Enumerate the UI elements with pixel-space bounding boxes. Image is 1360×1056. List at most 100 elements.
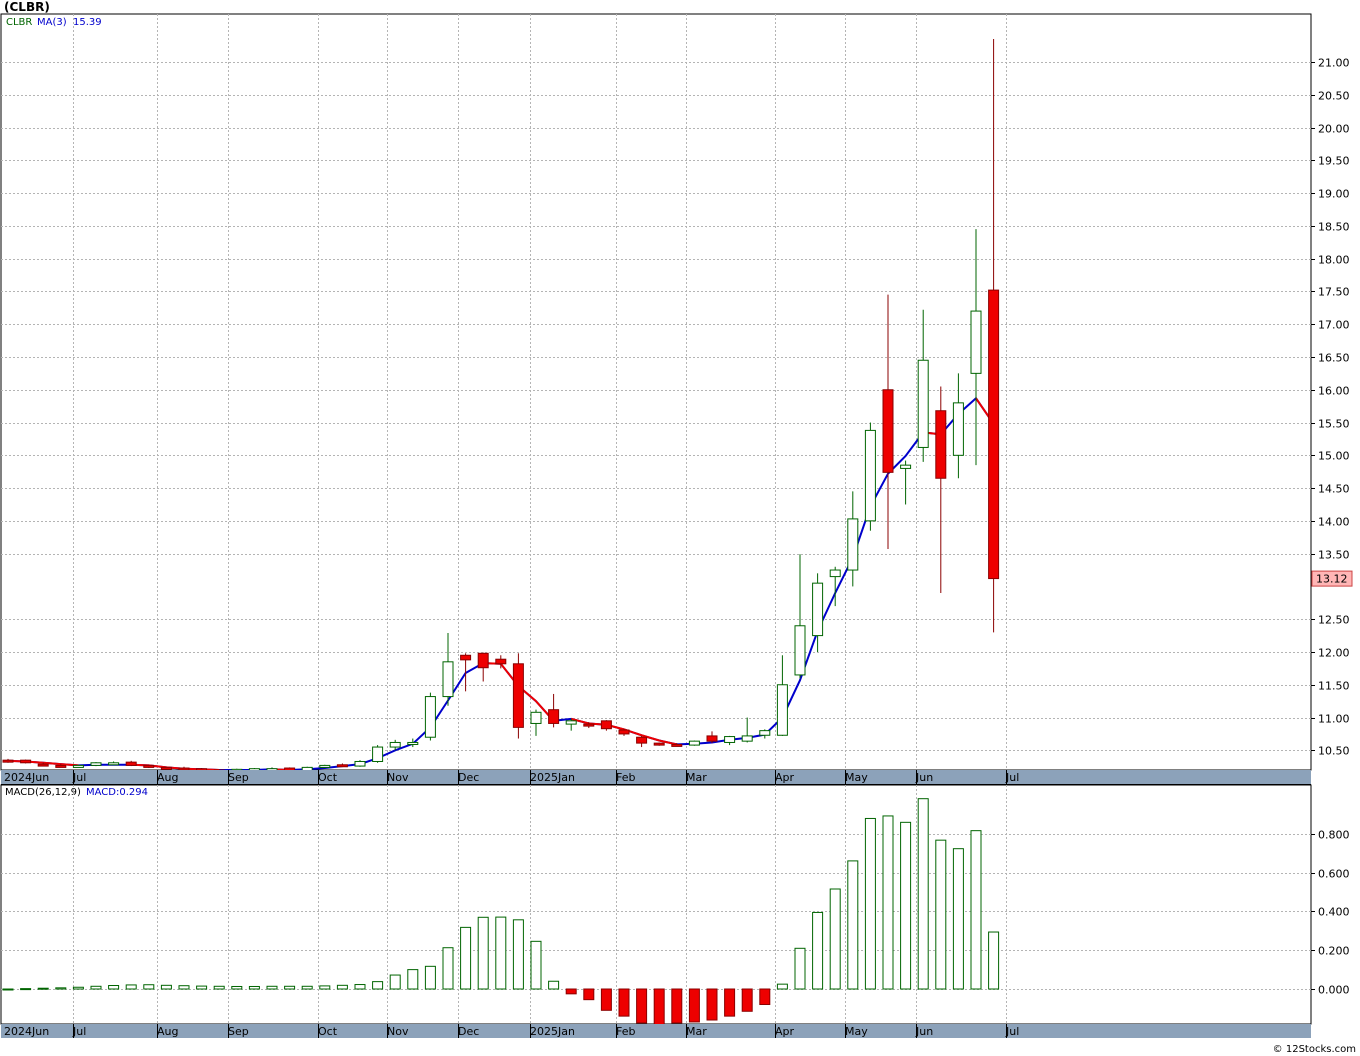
macd-bar xyxy=(671,988,683,1024)
month-label: Aug xyxy=(157,771,178,784)
macd-bar xyxy=(354,984,366,990)
month-label: Jul xyxy=(1005,1025,1019,1038)
macd-bar xyxy=(741,988,753,1012)
candle xyxy=(653,742,665,746)
macd-bar xyxy=(284,985,296,990)
candle-body xyxy=(583,723,595,727)
macd-bar xyxy=(688,988,700,1023)
candle-body xyxy=(90,762,102,766)
price-tick-label: 16.00 xyxy=(1318,385,1350,398)
macd-bar xyxy=(935,839,947,990)
footer-credit: © 12Stocks.com xyxy=(1273,1044,1356,1055)
month-label: Mar xyxy=(686,1025,707,1038)
month-label: Dec xyxy=(458,1025,479,1038)
month-label: Jun xyxy=(915,771,933,784)
macd-bar xyxy=(389,974,401,990)
macd-bar xyxy=(864,817,876,990)
candle-body xyxy=(847,518,859,571)
month-label: Oct xyxy=(318,771,338,784)
macd-bar xyxy=(724,988,736,1017)
macd-bar xyxy=(213,985,225,990)
macd-bar xyxy=(988,931,1000,990)
macd-bar xyxy=(548,980,560,990)
macd-bar xyxy=(917,798,929,990)
macd-bar xyxy=(477,916,489,990)
macd-bar xyxy=(759,988,771,1006)
candle-body xyxy=(389,741,401,748)
candle-body xyxy=(125,761,137,766)
candle xyxy=(20,759,32,764)
candle-body xyxy=(178,767,190,771)
price-tick-label: 10.50 xyxy=(1318,745,1350,758)
candle-body xyxy=(653,742,665,746)
last-price-label: 13.12 xyxy=(1316,573,1348,586)
price-tick-label: 20.50 xyxy=(1318,90,1350,103)
candle-body xyxy=(407,741,419,745)
month-label: May xyxy=(845,1025,868,1038)
candle-body xyxy=(618,729,630,735)
month-label: Nov xyxy=(387,1025,409,1038)
price-tick-label: 15.50 xyxy=(1318,418,1350,431)
month-label: Dec xyxy=(458,771,479,784)
macd-bar xyxy=(636,988,648,1024)
candle-body xyxy=(160,766,172,770)
macd-bar xyxy=(37,987,49,990)
candle xyxy=(90,762,102,767)
macd-bar xyxy=(372,981,384,990)
month-label: Apr xyxy=(775,1025,795,1038)
macd-tick-label: 0.600 xyxy=(1318,868,1350,881)
macd-bar xyxy=(952,848,964,990)
candle-body xyxy=(741,735,753,742)
candle-body xyxy=(671,743,683,747)
price-tick-label: 21.00 xyxy=(1318,57,1350,70)
price-tick-label: 12.50 xyxy=(1318,614,1350,627)
price-tick-label: 19.50 xyxy=(1318,155,1350,168)
candle-body xyxy=(108,762,120,766)
macd-bar xyxy=(266,985,278,990)
month-label: Apr xyxy=(775,771,795,784)
candle xyxy=(600,720,612,731)
month-label: 2024Jun xyxy=(4,771,49,784)
price-tick-label: 20.00 xyxy=(1318,123,1350,136)
candle xyxy=(143,764,155,769)
candle-body xyxy=(600,720,612,730)
candle-body xyxy=(37,763,49,767)
candle-body xyxy=(935,410,947,479)
candle-body xyxy=(143,764,155,768)
candle-body xyxy=(952,402,964,456)
macd-bar xyxy=(319,985,331,990)
candle-body xyxy=(372,746,384,762)
macd-bar xyxy=(2,988,14,991)
candle-body xyxy=(988,289,1000,580)
candle xyxy=(72,764,84,768)
candle-body xyxy=(319,764,331,768)
macd-tick-label: 0.400 xyxy=(1318,906,1350,919)
month-band-bottom xyxy=(1,1024,1311,1038)
candle-body xyxy=(776,684,788,736)
macd-bar xyxy=(970,830,982,990)
month-label: Jul xyxy=(1005,771,1019,784)
macd-bar xyxy=(90,985,102,990)
candle-body xyxy=(424,696,436,738)
macd-bar xyxy=(460,926,472,990)
macd-bar xyxy=(618,988,630,1017)
price-tick-label: 16.50 xyxy=(1318,352,1350,365)
candle-body xyxy=(336,764,348,768)
candle-body xyxy=(495,658,507,665)
price-tick-label: 11.00 xyxy=(1318,713,1350,726)
month-label: Aug xyxy=(157,1025,178,1038)
month-label: Jul xyxy=(72,1025,86,1038)
candle-body xyxy=(442,661,454,698)
candle-body xyxy=(864,429,876,522)
macd-bar xyxy=(336,984,348,990)
candle-body xyxy=(477,652,489,669)
price-tick-label: 17.00 xyxy=(1318,319,1350,332)
candle-body xyxy=(706,735,718,742)
candle xyxy=(688,740,700,746)
macd-bar xyxy=(565,988,577,995)
candle-body xyxy=(900,464,912,469)
candle-body xyxy=(20,759,32,764)
price-tick-label: 18.00 xyxy=(1318,254,1350,267)
macd-bar xyxy=(248,985,260,990)
macd-bar xyxy=(20,988,32,991)
